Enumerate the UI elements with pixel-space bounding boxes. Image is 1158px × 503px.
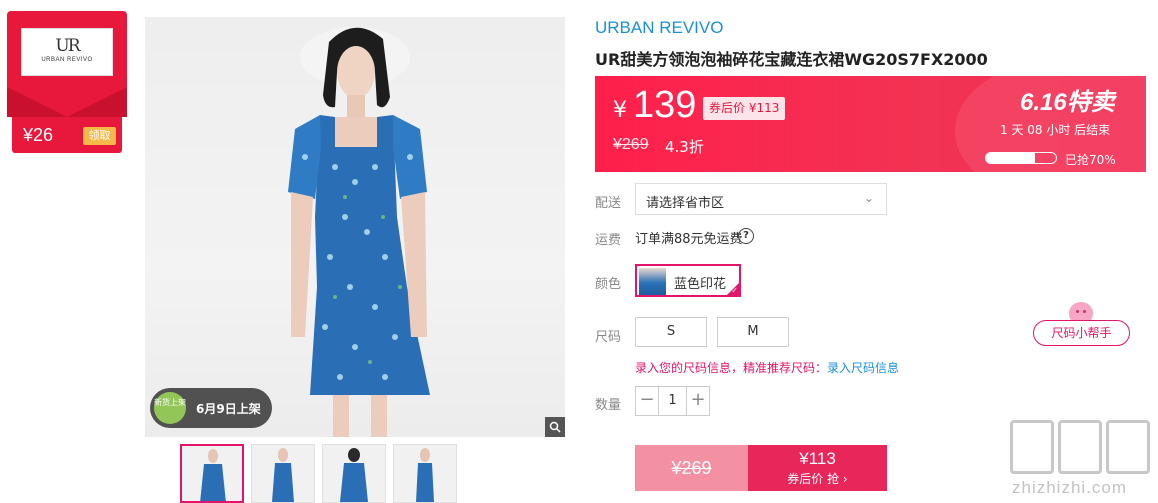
buy-original-price-button[interactable]: ¥269 xyxy=(635,445,748,491)
price-panel: ¥ 139 券后价 ¥113 ¥269 4.3折 6.16特卖 1 天 08 小… xyxy=(595,76,1146,172)
help-icon[interactable]: ? xyxy=(738,228,754,244)
enter-size-link[interactable]: 录入尺码信息 xyxy=(827,361,899,375)
zoom-glyph xyxy=(549,421,561,433)
decrement-button[interactable]: − xyxy=(636,387,658,415)
new-arrival-badge: 新货上架 6月9日上架 xyxy=(150,388,272,428)
freight-text: 订单满88元免运费 xyxy=(635,232,743,247)
mascot-eye xyxy=(1076,310,1079,313)
watermark-text: zhizhizhi.com xyxy=(1012,478,1128,497)
new-arrival-date: 6月9日上架 xyxy=(196,402,261,416)
sold-progress-fill xyxy=(986,153,1035,163)
shipping-region-select[interactable]: 请选择省市区 ⌄ xyxy=(635,183,887,215)
quantity-input[interactable]: 1 xyxy=(658,387,687,415)
thumbnail-image xyxy=(200,449,226,501)
thumbnail-front[interactable] xyxy=(180,444,244,503)
buy-coupon-label: 券后价 抢 › xyxy=(787,472,848,486)
color-option-label: 蓝色印花 xyxy=(674,277,727,292)
buy-with-coupon-button[interactable]: ¥113 券后价 抢 › xyxy=(748,445,887,491)
increment-button[interactable]: + xyxy=(687,387,709,415)
size-hint: 录入您的尺码信息，精准推荐尺码：录入尺码信息 xyxy=(635,359,899,376)
checkmark-icon: ✓ xyxy=(731,286,738,295)
sold-progress-bar xyxy=(985,152,1057,164)
sale-price: 139 xyxy=(633,84,697,126)
product-title: UR甜美方领泡泡袖碎花宝藏连衣裙WG20S7FX2000 xyxy=(595,50,988,69)
thumbnail-strip xyxy=(180,444,480,503)
thumbnail-back[interactable] xyxy=(322,444,386,503)
color-option-blue-print[interactable]: 蓝色印花 ✓ xyxy=(635,264,741,297)
thumbnail-image xyxy=(340,448,368,502)
quantity-label: 数量 xyxy=(595,398,622,413)
sold-progress-text: 已抢70% xyxy=(1065,153,1116,167)
site-watermark: zhizhizhi.com xyxy=(1008,418,1153,503)
thumbnail-image xyxy=(272,448,294,502)
coupon-price-tag: 券后价 ¥113 xyxy=(703,97,786,120)
original-price: ¥269 xyxy=(613,136,649,153)
thumbnail-walking[interactable] xyxy=(393,444,457,503)
thumbnail-side[interactable] xyxy=(251,444,315,503)
discount-rate: 4.3折 xyxy=(665,138,704,156)
coupon-footer: ¥26 领取 xyxy=(12,117,122,153)
freight-label: 运费 xyxy=(595,233,622,248)
price-currency: ¥ xyxy=(613,98,627,123)
watermark-glyph xyxy=(1058,420,1102,474)
size-label: 尺码 xyxy=(595,330,622,345)
size-helper-button[interactable]: 尺码小帮手 xyxy=(1033,320,1130,346)
brand-logo-text: URBAN REVIVO xyxy=(41,57,93,63)
model-illustration xyxy=(288,27,430,437)
shipping-label: 配送 xyxy=(595,196,622,211)
countdown-timer: 1 天 08 小时 后结束 xyxy=(1000,123,1111,137)
watermark-glyph xyxy=(1010,420,1054,474)
size-option-s[interactable]: S xyxy=(635,317,707,347)
brand-logo: UR URBAN REVIVO xyxy=(21,28,113,76)
shipping-region-value: 请选择省市区 xyxy=(646,196,725,211)
main-product-image[interactable]: 新货上架 6月9日上架 xyxy=(145,17,565,437)
brand-logo-mark: UR xyxy=(55,36,80,56)
promo-event-title: 6.16特卖 xyxy=(1020,89,1115,116)
watermark-glyph xyxy=(1106,420,1150,474)
coupon-fold-decoration xyxy=(7,87,127,117)
color-label: 颜色 xyxy=(595,277,622,292)
coupon-header: UR URBAN REVIVO xyxy=(7,11,127,117)
color-swatch-image xyxy=(639,268,666,295)
magnifier-icon[interactable] xyxy=(545,417,565,437)
size-hint-text: 录入您的尺码信息，精准推荐尺码： xyxy=(635,361,828,375)
thumbnail-image xyxy=(416,448,434,502)
buy-coupon-price: ¥113 xyxy=(799,449,836,468)
quantity-stepper: − 1 + xyxy=(635,386,710,416)
claim-coupon-button[interactable]: 领取 xyxy=(83,127,116,145)
coupon-amount: ¥26 xyxy=(23,125,54,145)
mascot-eye xyxy=(1083,310,1086,313)
size-option-m[interactable]: M xyxy=(717,317,789,347)
chevron-down-icon: ⌄ xyxy=(863,191,874,205)
store-coupon-card[interactable]: UR URBAN REVIVO ¥26 领取 xyxy=(7,11,127,153)
new-arrival-icon: 新货上架 xyxy=(154,392,186,424)
brand-link[interactable]: URBAN REVIVO xyxy=(595,18,723,38)
